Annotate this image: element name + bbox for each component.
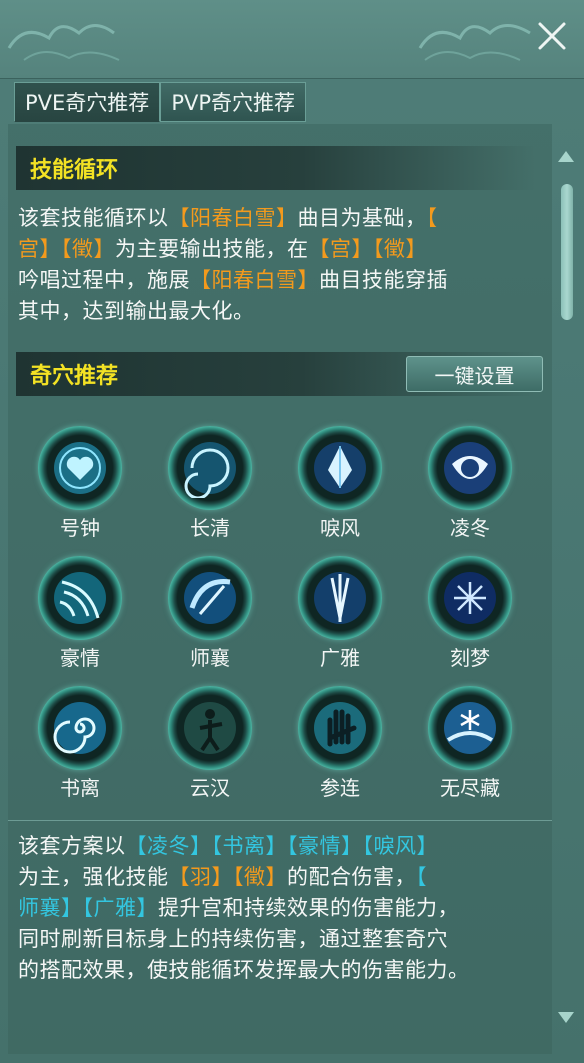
qixue-skill-slot[interactable]: 长清 [152, 420, 272, 545]
scrollbar-thumb[interactable] [561, 184, 573, 320]
highlighted-term: 【阳春白雪】 [168, 206, 298, 230]
wind-blade-icon[interactable] [38, 556, 122, 640]
text-line: 为主，强化技能【羽】【徵】的配合伤害，【 [18, 862, 553, 893]
arc-slash-icon[interactable] [168, 556, 252, 640]
skill-name-label: 长清 [190, 516, 230, 540]
skill-name-label: 师襄 [190, 646, 230, 670]
heart-swirl-icon[interactable] [38, 426, 122, 510]
section-divider [8, 820, 552, 821]
qixue-skill-slot[interactable]: 唳风 [282, 420, 402, 545]
qixue-skill-slot[interactable]: 广雅 [282, 550, 402, 675]
highlighted-term: 【徵】 [61, 237, 115, 261]
highlighted-term: 【徵】 [373, 237, 427, 261]
qixue-skill-slot[interactable]: 豪情 [22, 550, 142, 675]
text-segment: 曲目为基础， [297, 206, 427, 230]
cloud-ornament-left [7, 24, 120, 61]
text-line: 吟唱过程中，施展【阳春白雪】曲目技能穿插 [18, 265, 548, 296]
text-segment: 的搭配效果，使技能循环发挥最大的伤害能力。 [18, 958, 470, 982]
highlighted-term: 【豪情】 [287, 834, 363, 858]
skill-cycle-title: 技能循环 [30, 158, 119, 183]
crystal-icon[interactable] [298, 426, 382, 510]
text-segment: 的配合伤害， [287, 865, 416, 889]
skill-name-label: 豪情 [60, 646, 100, 670]
text-line: 宫】【徵】为主要输出技能，在【宫】【徵】 [18, 234, 548, 265]
rune-burst-icon[interactable] [428, 556, 512, 640]
text-segment: 提升宫和持续效果的伤害能力， [158, 896, 459, 920]
highlighted-term: 【广雅】 [82, 896, 158, 920]
highlighted-term: 【徵】 [233, 865, 287, 889]
vortex-icon[interactable] [168, 426, 252, 510]
text-line: 其中，达到输出最大化。 [18, 296, 548, 327]
text-segment: 该套方案以 [18, 834, 126, 858]
highlighted-term: 【书离】 [211, 834, 287, 858]
moon-wave-icon[interactable] [428, 426, 512, 510]
skill-name-label: 刻梦 [450, 646, 490, 670]
text-line: 该套技能循环以【阳春白雪】曲目为基础，【 [18, 203, 548, 234]
tab-bar: PVE奇穴推荐 PVP奇穴推荐 [14, 82, 307, 122]
skill-name-label: 书离 [60, 776, 100, 800]
qixue-skill-slot[interactable]: 刻梦 [412, 550, 532, 675]
qixue-skill-slot[interactable]: 参连 [282, 680, 402, 805]
highlighted-term: 【唳风】 [362, 834, 438, 858]
highlighted-term: 【宫】 [308, 237, 373, 261]
qixue-summary: 该套方案以【凌冬】【书离】【豪情】【唳风】 为主，强化技能【羽】【徵】的配合伤害，… [18, 831, 553, 986]
cloud-ornament-right [418, 24, 531, 61]
skill-name-label: 参连 [320, 776, 360, 800]
highlighted-term: 【阳春白雪】 [190, 268, 319, 292]
text-segment: 吟唱过程中，施展 [18, 268, 190, 292]
snowflake-wave-icon[interactable] [428, 686, 512, 770]
highlighted-term: 【 [416, 865, 427, 889]
hand-icon[interactable] [298, 686, 382, 770]
skill-cycle-description: 该套技能循环以【阳春白雪】曲目为基础，【 宫】【徵】为主要输出技能，在【宫】【徵】… [18, 203, 548, 327]
skill-name-label: 无尽藏 [440, 776, 500, 800]
highlighted-term: 师襄】 [18, 896, 83, 920]
qixue-skill-slot[interactable]: 凌冬 [412, 420, 532, 545]
light-burst-icon[interactable] [298, 556, 382, 640]
tab-pvp[interactable]: PVP奇穴推荐 [160, 82, 307, 122]
text-line: 的搭配效果，使技能循环发挥最大的伤害能力。 [18, 955, 553, 986]
qixue-title: 奇穴推荐 [30, 364, 119, 389]
skill-name-label: 广雅 [320, 646, 360, 670]
text-line: 师襄】【广雅】提升宫和持续效果的伤害能力， [18, 893, 553, 924]
skill-name-label: 凌冬 [450, 516, 490, 540]
tab-pve[interactable]: PVE奇穴推荐 [14, 82, 161, 122]
qixue-skill-slot[interactable]: 书离 [22, 680, 142, 805]
highlighted-term: 【羽】 [168, 865, 233, 889]
text-segment: 为主要输出技能，在 [115, 237, 309, 261]
window-title-bar [0, 0, 584, 79]
spiral-icon[interactable] [38, 686, 122, 770]
one-key-setup-button[interactable]: 一键设置 [406, 356, 543, 392]
text-segment: 为主，强化技能 [18, 865, 169, 889]
text-line: 该套方案以【凌冬】【书离】【豪情】【唳风】 [18, 831, 553, 862]
text-segment: 其中，达到输出最大化。 [18, 299, 255, 323]
qixue-skill-slot[interactable]: 师襄 [152, 550, 272, 675]
skill-cycle-header: 技能循环 [16, 146, 536, 190]
highlighted-term: 宫】 [18, 237, 61, 261]
skill-name-label: 号钟 [60, 516, 100, 540]
text-segment: 该套技能循环以 [18, 206, 169, 230]
qixue-skill-slot[interactable]: 无尽藏 [412, 680, 532, 805]
qixue-skill-slot[interactable]: 号钟 [22, 420, 142, 545]
text-line: 同时刷新目标身上的持续伤害，通过整套奇穴 [18, 924, 553, 955]
highlighted-term: 【凌冬】 [125, 834, 212, 858]
highlighted-term: 【 [426, 206, 438, 230]
text-segment: 曲目技能穿插 [319, 268, 448, 292]
skill-name-label: 唳风 [320, 516, 360, 540]
qixue-skill-slot[interactable]: 云汉 [152, 680, 272, 805]
warrior-icon[interactable] [168, 686, 252, 770]
scroll-down-arrow-icon[interactable] [556, 1010, 576, 1026]
skill-name-label: 云汉 [190, 776, 230, 800]
text-segment: 同时刷新目标身上的持续伤害，通过整套奇穴 [18, 927, 448, 951]
close-icon[interactable] [534, 18, 570, 54]
